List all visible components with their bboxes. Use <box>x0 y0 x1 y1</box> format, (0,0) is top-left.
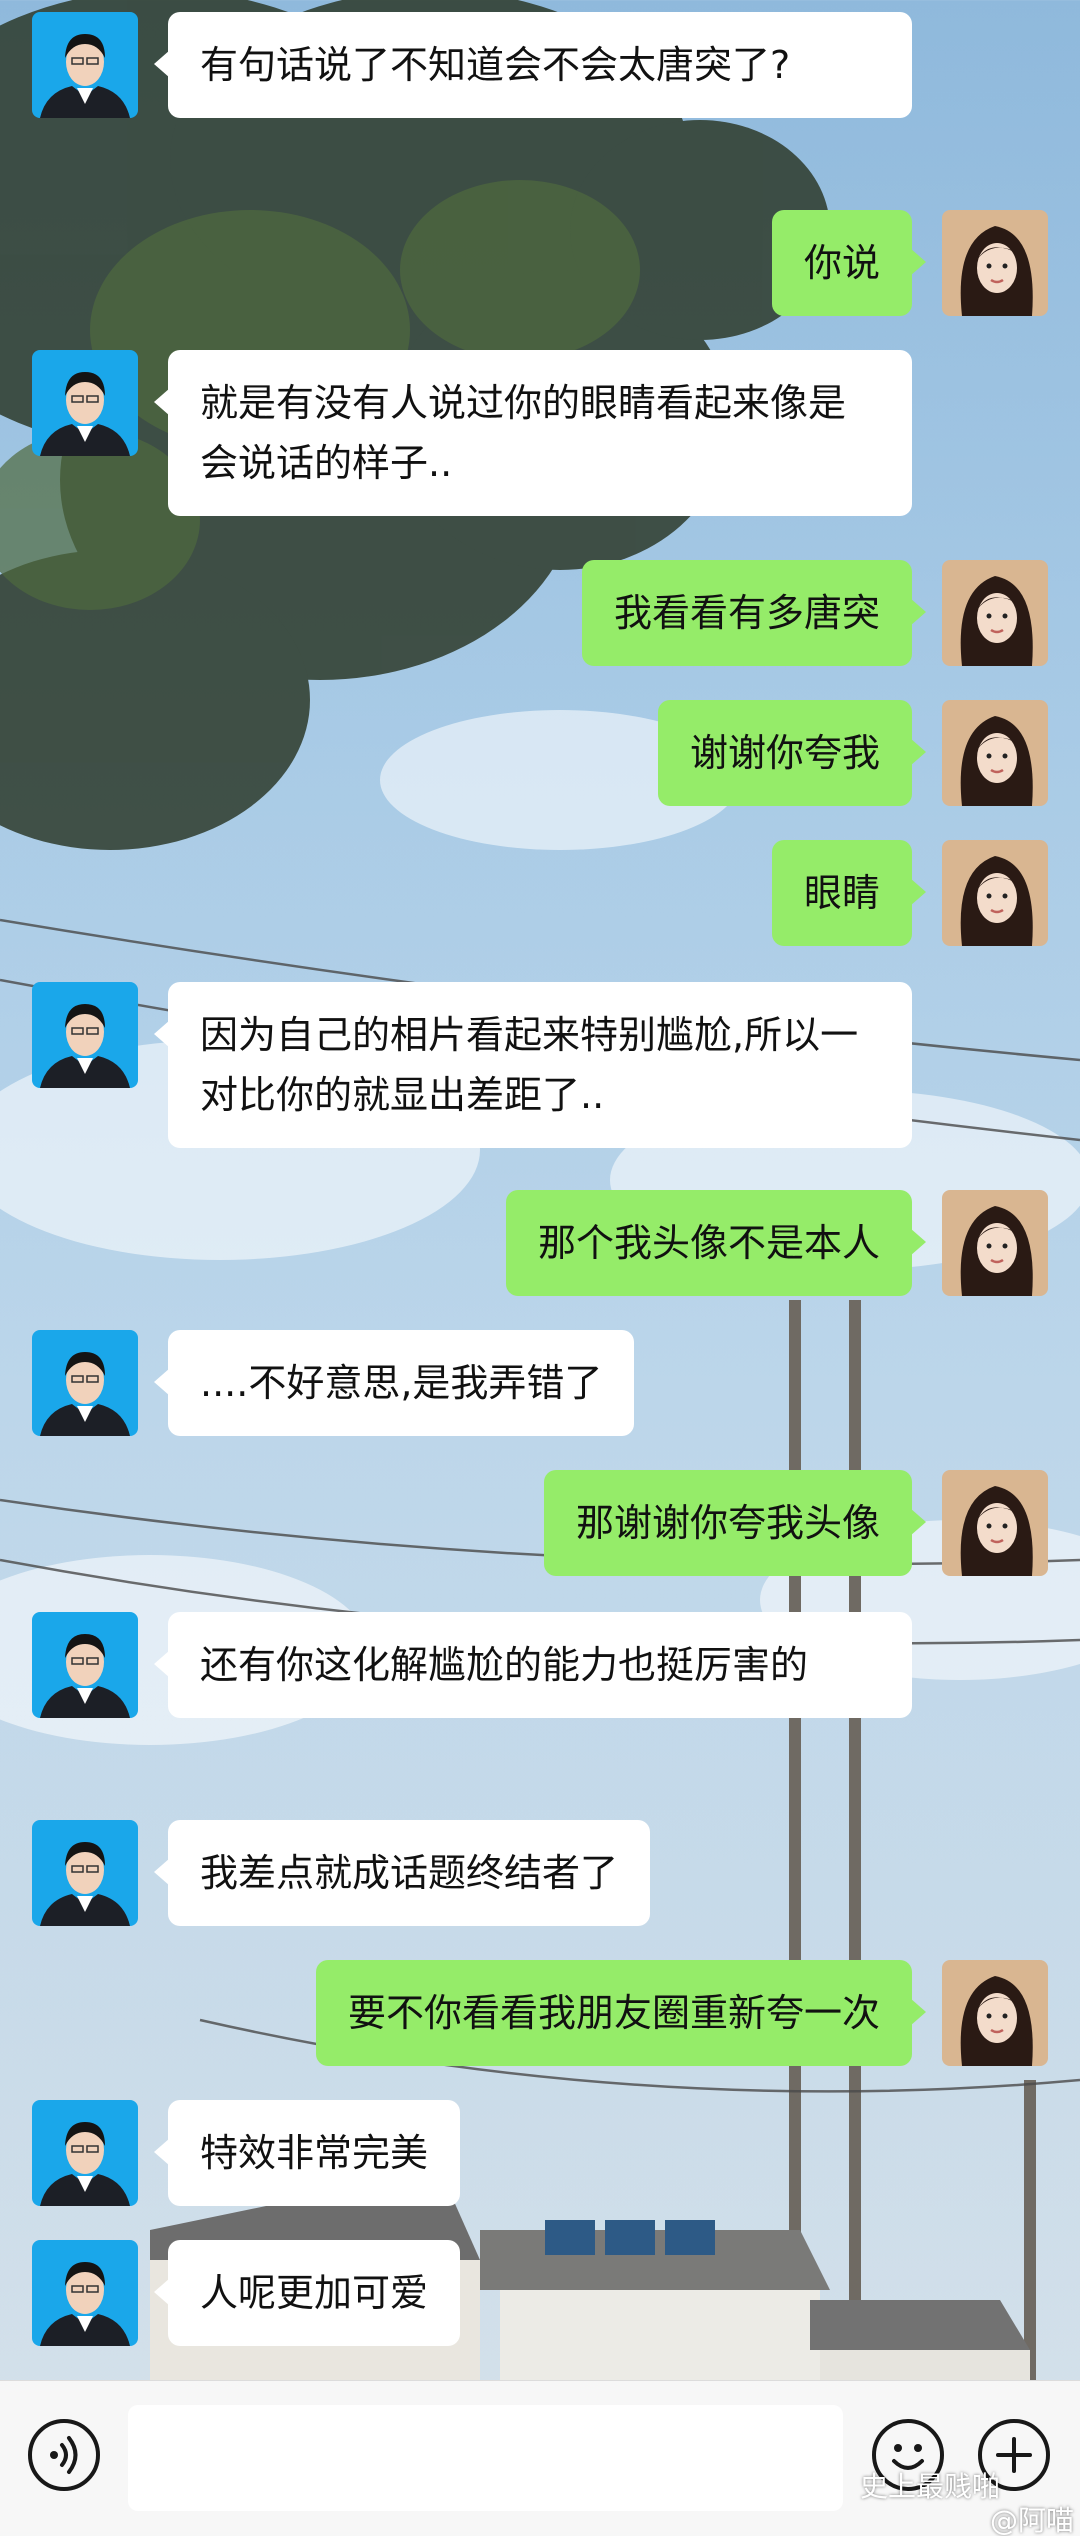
contact-avatar[interactable] <box>32 350 138 456</box>
sent-message-bubble[interactable]: 谢谢你夸我 <box>657 700 927 806</box>
received-message-bubble[interactable]: 因为自己的相片看起来特别尴尬,所以一对比你的就显出差距了.. <box>154 982 912 1148</box>
message-input[interactable] <box>128 2405 843 2511</box>
contact-avatar[interactable] <box>32 12 138 118</box>
contact-avatar[interactable] <box>32 1330 138 1436</box>
my-avatar[interactable] <box>942 560 1048 666</box>
my-avatar[interactable] <box>942 700 1048 806</box>
chat-message-list[interactable]: 有句话说了不知道会不会太唐突了? 你说就是有没有人说过你的眼睛看起来像是会说话的样… <box>0 0 1080 2380</box>
contact-avatar[interactable] <box>32 2100 138 2206</box>
sent-message-bubble[interactable]: 那个我头像不是本人 <box>505 1190 927 1296</box>
watermark-line2: @阿喵 <box>990 2504 1075 2536</box>
sent-message-bubble[interactable]: 我看看有多唐突 <box>581 560 927 666</box>
received-message-bubble[interactable]: 我差点就成话题终结者了 <box>153 1820 651 1926</box>
sent-message-bubble[interactable]: 要不你看看我朋友圈重新夸一次 <box>315 1960 927 2066</box>
received-message-bubble[interactable]: ....不好意思,是我弄错了 <box>153 1330 635 1436</box>
weibo-watermark: 史上最贱啪 @阿喵 <box>860 2470 1074 2536</box>
my-avatar[interactable] <box>942 210 1048 316</box>
contact-avatar[interactable] <box>32 2240 138 2346</box>
received-message-bubble[interactable]: 有句话说了不知道会不会太唐突了? <box>154 12 912 118</box>
sent-message-bubble[interactable]: 你说 <box>771 210 927 316</box>
my-avatar[interactable] <box>942 1470 1048 1576</box>
contact-avatar[interactable] <box>32 1612 138 1718</box>
contact-avatar[interactable] <box>32 982 138 1088</box>
received-message-bubble[interactable]: 人呢更加可爱 <box>153 2240 461 2346</box>
contact-avatar[interactable] <box>32 1820 138 1926</box>
my-avatar[interactable] <box>942 840 1048 946</box>
my-avatar[interactable] <box>942 1960 1048 2066</box>
received-message-bubble[interactable]: 还有你这化解尴尬的能力也挺厉害的 <box>154 1612 912 1718</box>
received-message-bubble[interactable]: 特效非常完美 <box>153 2100 461 2206</box>
sent-message-bubble[interactable]: 眼睛 <box>771 840 927 946</box>
watermark-line1: 史上最贱啪 <box>860 2470 1001 2503</box>
sent-message-bubble[interactable]: 那谢谢你夸我头像 <box>543 1470 927 1576</box>
voice-icon[interactable] <box>28 2419 100 2491</box>
received-message-bubble[interactable]: 就是有没有人说过你的眼睛看起来像是会说话的样子.. <box>154 350 912 516</box>
my-avatar[interactable] <box>942 1190 1048 1296</box>
